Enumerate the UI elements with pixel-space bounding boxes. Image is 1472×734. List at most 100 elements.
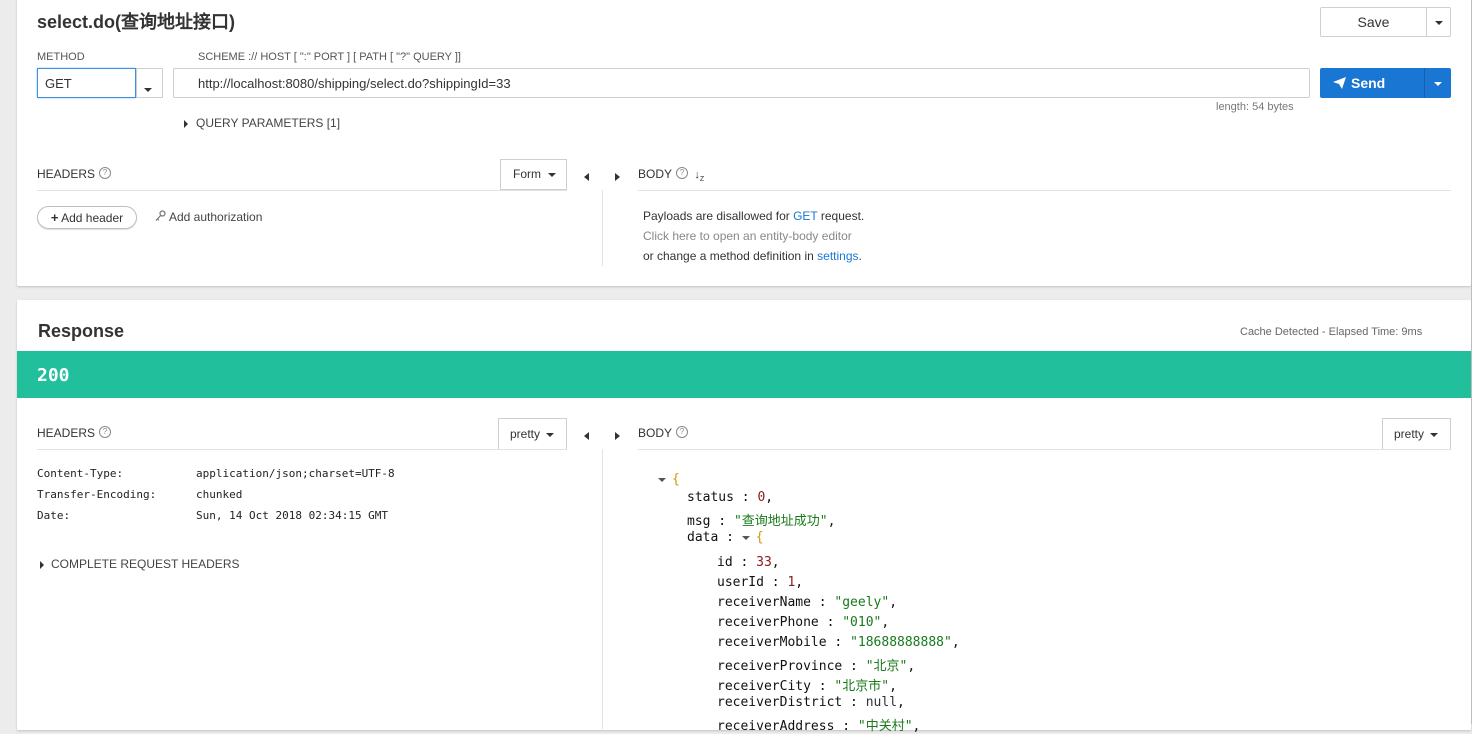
response-headers-label: HEADERS? — [37, 426, 112, 440]
json-value: "查询地址成功" — [733, 514, 828, 529]
json-line: userId : 1, — [717, 575, 804, 590]
help-icon: ? — [676, 167, 689, 179]
triangle-right-icon — [615, 173, 620, 181]
collapse-left-button[interactable] — [584, 170, 589, 184]
open-body-editor-link[interactable]: Click here to open an entity-body editor — [643, 229, 852, 243]
response-body-text: BODY — [638, 426, 673, 440]
json-value: "18688888888" — [850, 635, 952, 650]
settings-link[interactable]: settings — [817, 249, 858, 263]
send-button[interactable]: Send — [1320, 68, 1424, 98]
header-row: Transfer-Encoding: chunked — [37, 488, 242, 501]
payload-msg-method: GET — [793, 209, 818, 223]
triangle-right-icon — [615, 432, 620, 440]
body-divider — [638, 190, 1451, 191]
header-name: Content-Type: — [37, 467, 124, 480]
json-value: "北京市" — [834, 679, 890, 694]
method-select[interactable]: GET — [37, 68, 163, 98]
url-input[interactable]: http://localhost:8080/shipping/select.do… — [173, 68, 1310, 98]
headers-format-label: pretty — [510, 427, 541, 441]
triangle-right-icon — [184, 119, 188, 128]
header-value: chunked — [196, 488, 243, 501]
chevron-down-icon — [546, 432, 555, 437]
json-line: receiverPhone : "010", — [717, 615, 890, 630]
complete-request-headers-toggle[interactable]: COMPLETE REQUEST HEADERS — [40, 557, 239, 571]
triangle-left-icon — [584, 432, 589, 440]
collapse-right-button[interactable] — [615, 170, 620, 184]
json-key: receiverProvince — [717, 659, 843, 674]
json-key: userId — [717, 575, 764, 590]
sort-icon[interactable]: ↓Z — [694, 169, 704, 183]
response-body-format-toggle[interactable]: pretty — [1382, 418, 1451, 450]
headers-form-toggle[interactable]: Form — [500, 159, 567, 190]
json-value: 0 — [757, 490, 766, 505]
add-header-label: Add header — [61, 211, 124, 225]
json-value: "geely" — [834, 595, 890, 610]
body-format-label: pretty — [1394, 427, 1425, 441]
method-value: GET — [45, 76, 72, 91]
response-collapse-right-button[interactable] — [615, 429, 620, 443]
query-parameters-toggle[interactable]: QUERY PARAMETERS [1] — [184, 116, 340, 130]
payload-disallowed-text: Payloads are disallowed for GET request. — [643, 209, 864, 223]
header-name: Transfer-Encoding: — [37, 488, 157, 501]
json-key: receiverAddress — [717, 719, 835, 734]
json-key: receiverName — [717, 595, 811, 610]
response-body-label: BODY? — [638, 426, 689, 440]
response-headers-format-toggle[interactable]: pretty — [498, 418, 567, 450]
method-select-divider — [136, 69, 137, 97]
response-headers-divider — [37, 449, 567, 450]
response-headers-text: HEADERS — [37, 426, 96, 440]
json-key: receiverDistrict — [717, 695, 843, 710]
send-button-group: Send — [1320, 68, 1451, 98]
header-row: Date: Sun, 14 Oct 2018 02:34:15 GMT — [37, 509, 388, 522]
response-body-divider — [638, 449, 1451, 450]
query-parameters-label: QUERY PARAMETERS [1] — [196, 116, 341, 130]
chevron-down-icon — [1434, 82, 1442, 86]
add-authorization-label: Add authorization — [169, 210, 263, 224]
chevron-down-icon — [1430, 432, 1439, 437]
url-value: http://localhost:8080/shipping/select.do… — [198, 76, 511, 91]
header-value: application/json;charset=UTF-8 — [196, 467, 395, 480]
json-key: data — [687, 530, 719, 545]
help-icon: ? — [99, 167, 112, 179]
json-line: receiverName : "geely", — [717, 595, 898, 610]
help-icon: ? — [676, 426, 689, 438]
add-header-button[interactable]: + Add header — [37, 206, 137, 229]
json-key: msg — [687, 514, 711, 529]
headers-divider — [37, 190, 567, 191]
json-line: receiverDistrict : null, — [717, 695, 905, 710]
triangle-right-icon — [40, 560, 44, 569]
request-body-label: BODY? ↓Z — [638, 167, 704, 183]
send-label: Send — [1351, 75, 1386, 91]
json-key: status — [687, 490, 734, 505]
response-split-divider — [602, 449, 603, 729]
json-line: id : 33, — [717, 555, 780, 570]
json-line: receiverMobile : "18688888888", — [717, 635, 960, 650]
json-line: status : 0, — [687, 490, 774, 505]
save-button[interactable]: Save — [1321, 8, 1426, 36]
payload-msg-prefix: Payloads are disallowed for — [643, 209, 790, 223]
collapse-json-icon[interactable] — [741, 535, 750, 540]
status-code: 200 — [37, 365, 70, 386]
send-menu-button[interactable] — [1425, 68, 1451, 98]
json-value: "010" — [842, 615, 882, 630]
request-title: select.do(查询地址接口) — [37, 12, 236, 32]
header-name: Date: — [37, 509, 71, 522]
payload-msg-suffix: request. — [820, 209, 865, 223]
url-label: SCHEME :// HOST [ ":" PORT ] [ PATH [ "?… — [198, 51, 461, 63]
collapse-json-icon[interactable] — [658, 477, 666, 482]
save-menu-button[interactable] — [1427, 8, 1451, 36]
plus-icon: + — [50, 210, 59, 225]
change-method-suffix: . — [858, 249, 862, 263]
response-collapse-left-button[interactable] — [584, 429, 589, 443]
chevron-down-icon[interactable] — [144, 81, 152, 95]
json-value: "中关村" — [857, 719, 913, 734]
send-icon — [1333, 77, 1346, 89]
add-authorization-button[interactable]: Add authorization — [155, 210, 262, 224]
header-value: Sun, 14 Oct 2018 02:34:15 GMT — [196, 509, 389, 522]
json-line: data : { — [687, 530, 764, 545]
request-panel — [17, 0, 1471, 286]
json-brace: { — [672, 472, 680, 487]
request-body-text: BODY — [638, 167, 673, 181]
header-row: Content-Type: application/json;charset=U… — [37, 467, 395, 480]
status-bar: 200 — [17, 351, 1471, 398]
